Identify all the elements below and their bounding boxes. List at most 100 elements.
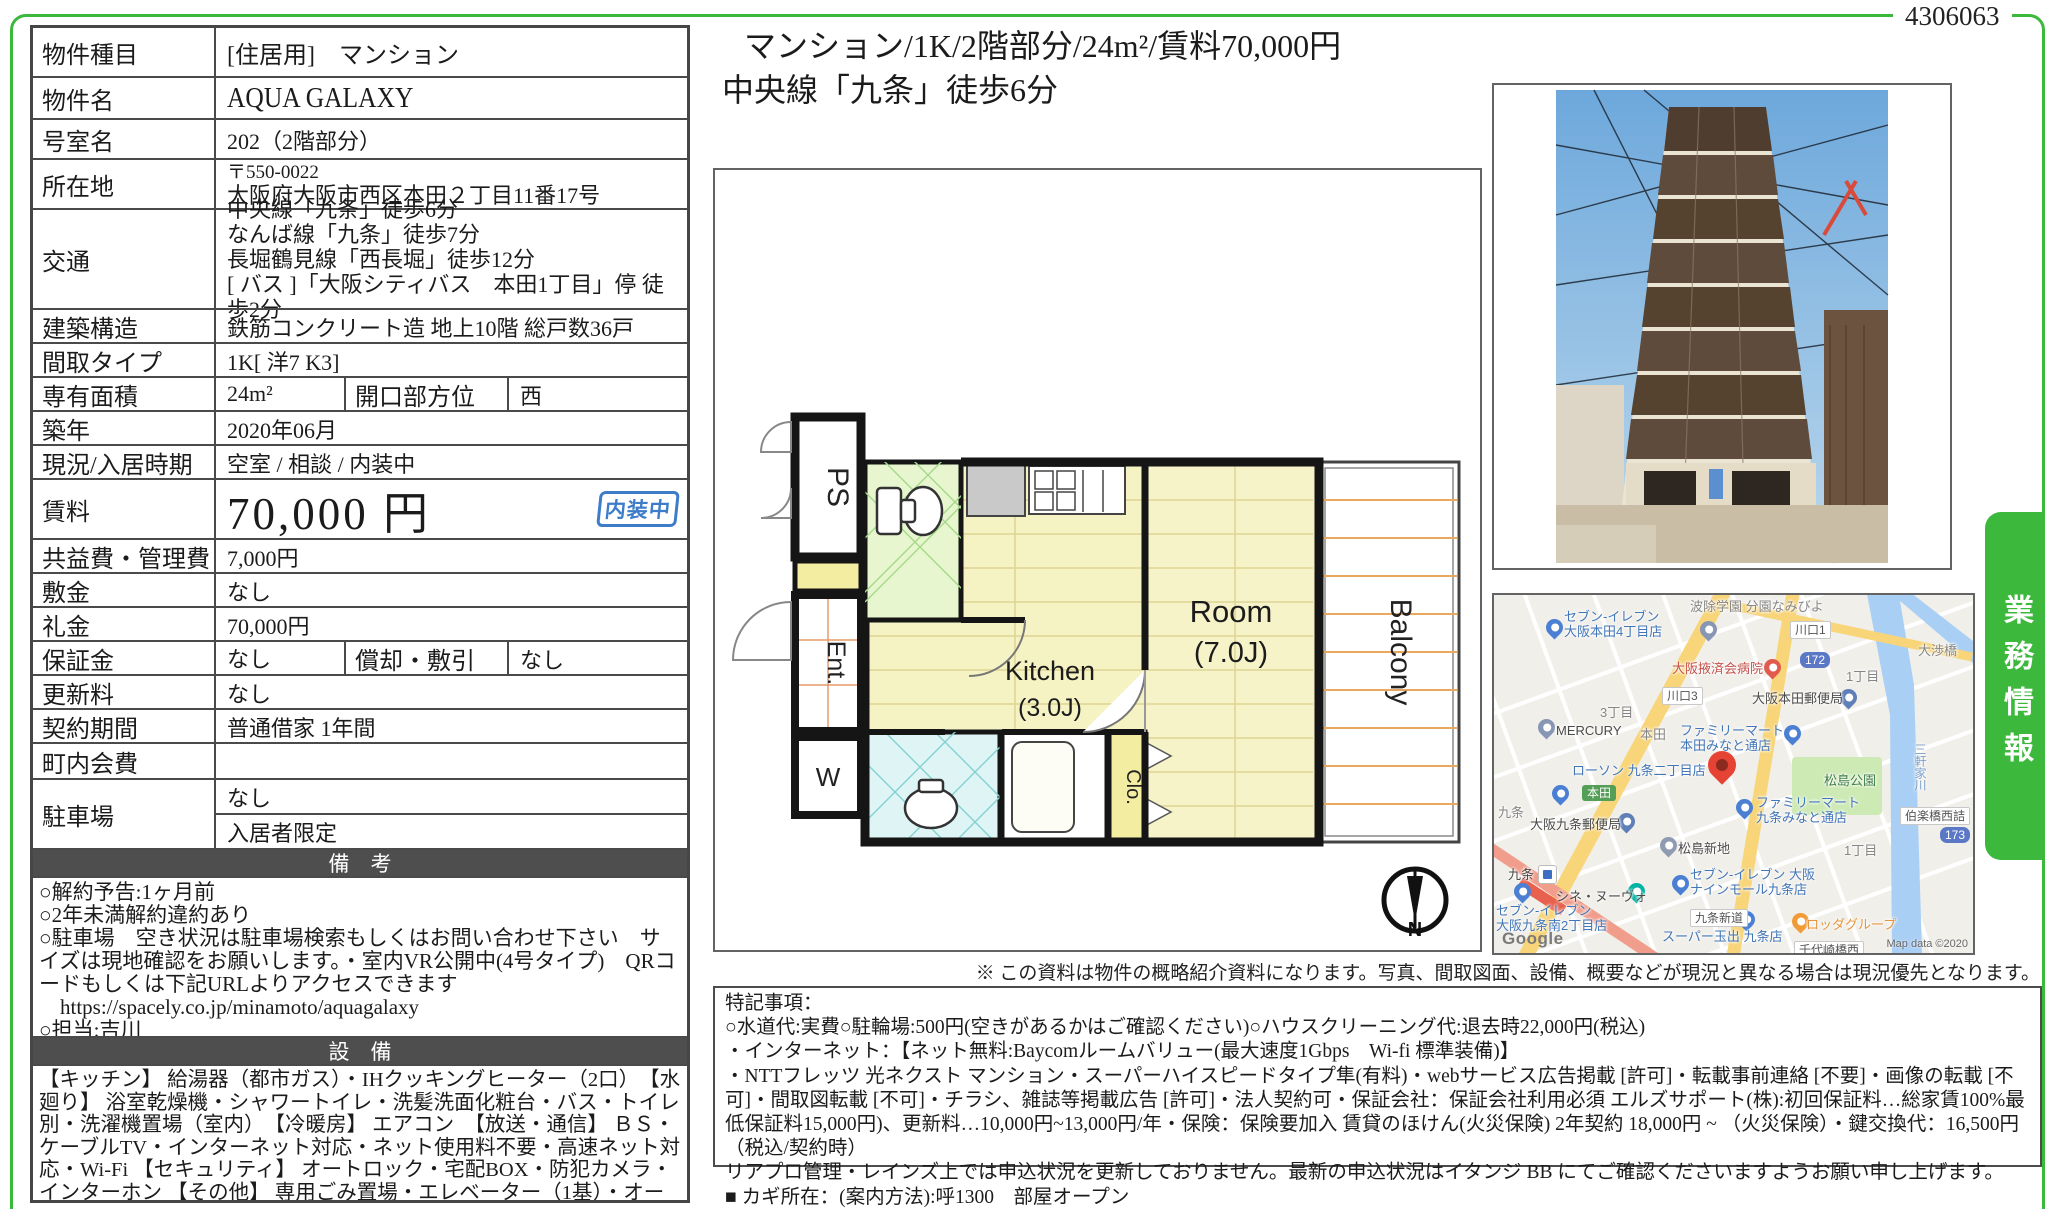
map-label: 大阪掖済会病院 (1672, 661, 1763, 676)
map-label: 1丁目 (1846, 669, 1879, 684)
table-row: 契約期間普通借家 1年間 (33, 708, 687, 742)
renovating-badge: 内装中 (596, 491, 680, 527)
row-value: 1K[ 洋7 K3] (216, 344, 687, 376)
row-label: 交通 (33, 210, 216, 308)
row-label: 礼金 (33, 608, 216, 640)
map-label: 川口3 (1662, 687, 1703, 705)
remarks-line: ○担当:吉川 (39, 1019, 681, 1036)
washer-label: W (816, 762, 841, 792)
note-line: リアプロ管理・レインズ上では申込状況を更新しておりません。最新の申込状況はイタン… (725, 1161, 2030, 1185)
closet-label: Clo. (1122, 769, 1144, 805)
table-row: 建築構造鉄筋コンクリート造 地上10階 総戸数36戸 (33, 308, 687, 342)
row-label: 現況/入居時期 (33, 446, 216, 478)
row-value: 鉄筋コンクリート造 地上10階 総戸数36戸 (216, 310, 687, 342)
map-label: 1丁目 (1844, 843, 1877, 858)
table-row: 号室名202（2階部分） (33, 118, 687, 158)
business-info-tab-label: 業務情報 (1993, 594, 2037, 778)
map-label: スーパー玉出 九条店 (1662, 929, 1782, 944)
headline-line1: マンション/1K/2階部分/24m²/賃料70,000円 (722, 24, 1341, 68)
row-label: 保証金 (33, 642, 216, 674)
row-value: 空室 / 相談 / 内装中 (216, 446, 687, 478)
equipment-header: 設 備 (33, 1036, 687, 1064)
map-label: ファミリーマート 本田みなと通店 (1680, 723, 1784, 753)
map-label: シネ・ヌーヴォ (1556, 889, 1647, 904)
map-label: ローソン 九条二丁目店 (1572, 763, 1706, 778)
svg-text:N: N (1408, 919, 1422, 941)
map-label: 本田 (1640, 727, 1666, 742)
note-line: ・インターネット：【ネット無料:Baycomルームバリュー(最大速度1Gbps … (725, 1040, 2030, 1064)
business-info-tab: 業務情報 (1985, 512, 2045, 860)
map-label: 大阪九条郵便局 (1530, 817, 1621, 832)
note-line: ・NTTフレッツ 光ネクスト マンション・スーパーハイスピードタイプ隼(有料)・… (725, 1065, 2030, 1162)
map-label: 千代崎橋西 (1794, 941, 1864, 955)
table-row: 物件種目[住居用] マンション (33, 28, 687, 76)
map-label: 大渉橋 (1918, 643, 1957, 658)
row-label: 物件名 (33, 78, 216, 118)
table-row: 交通中央線「九条」徒歩6分なんば線「九条」徒歩7分長堀鶴見線「西長堀」徒歩12分… (33, 208, 687, 308)
row-label-2: 償却・敷引 (346, 642, 509, 674)
room-size-label: (7.0J) (1194, 637, 1268, 669)
compass-icon: N (1384, 869, 1446, 941)
row-label: 間取タイプ (33, 344, 216, 376)
map-label: 波除学園 分園なみびよ (1690, 599, 1824, 614)
building-photo (1494, 85, 1950, 568)
google-logo: Google (1502, 929, 1564, 949)
map-label: MERCURY (1556, 723, 1622, 738)
table-row: 築年2020年06月 (33, 410, 687, 444)
row-value: 24m² (216, 378, 346, 410)
row-label-2: 開口部方位 (346, 378, 509, 410)
row-value-2: 西 (509, 378, 687, 410)
listing-headline: マンション/1K/2階部分/24m²/賃料70,000円 中央線「九条」徒歩6分 (722, 24, 1341, 112)
map-label: 伯楽橋西詰 (1900, 807, 1970, 825)
map-label: 九条 (1498, 805, 1524, 820)
balcony-label: Balcony (1384, 599, 1417, 706)
row-label: 敷金 (33, 574, 216, 606)
map-label: 松島新地 (1678, 841, 1730, 856)
row-label: 物件種目 (33, 28, 216, 76)
room-label: Room (1190, 594, 1273, 629)
row-label: 賃料 (33, 480, 216, 538)
map-label: セブン-イレブン 大阪本田4丁目店 (1564, 609, 1662, 639)
map-label: 本田 (1582, 785, 1616, 801)
table-row: 現況/入居時期空室 / 相談 / 内装中 (33, 444, 687, 478)
row-value: 202（2階部分） (216, 120, 687, 158)
note-line: ■ カギ所在：(案内方法):呼1300 部屋オープン (725, 1186, 2030, 1209)
property-spec-table: 物件種目[住居用] マンション物件名AQUA GALAXY号室名202（2階部分… (30, 25, 690, 1203)
row-label: 町内会費 (33, 744, 216, 778)
table-row: 保証金なし償却・敷引なし (33, 640, 687, 674)
row-value: 70,000円 (216, 608, 687, 640)
row-label: 築年 (33, 412, 216, 444)
document-number: 4306063 (1893, 1, 2012, 32)
map-label: 172 (1800, 652, 1830, 668)
disclaimer-text: ※ この資料は物件の概略紹介資料になります。写真、間取図面、設備、概要などが現況… (740, 958, 2040, 985)
row-value: なし (216, 676, 687, 708)
table-row: 共益費・管理費7,000円 (33, 538, 687, 572)
table-row: 礼金70,000円 (33, 606, 687, 640)
map-label: 173 (1940, 827, 1970, 843)
table-row: 賃料70,000 円内装中 (33, 478, 687, 538)
table-row: 駐車場なし入居者限定 (33, 778, 687, 848)
row-value: なし入居者限定 (216, 780, 687, 848)
map-label: 大阪本田郵便局 (1752, 691, 1843, 706)
headline-line2: 中央線「九条」徒歩6分 (722, 68, 1341, 112)
row-value: AQUA GALAXY (216, 78, 687, 118)
floorplan-box: Balcony (713, 168, 1482, 952)
table-row: 専有面積24m²開口部方位西 (33, 376, 687, 410)
map-label: 九条新道 (1690, 909, 1748, 927)
row-value: [住居用] マンション (216, 28, 687, 76)
ps-label: PS (821, 467, 854, 507)
note-line: ○水道代:実費○駐輪場:500円(空きがあるかはご確認ください)○ハウスクリーニ… (725, 1016, 2030, 1040)
special-notes-box: 特記事項：○水道代:実費○駐輪場:500円(空きがあるかはご確認ください)○ハウ… (713, 986, 2042, 1167)
remarks-body: ○解約予告:1ヶ月前○2年未満解約違約あり○駐車場 空き状況は駐車場検索もしくは… (33, 876, 687, 1036)
spec-table-rows: 物件種目[住居用] マンション物件名AQUA GALAXY号室名202（2階部分… (33, 28, 687, 848)
property-flyer-page: 4306063 物件種目[住居用] マンション物件名AQUA GALAXY号室名… (0, 0, 2056, 1209)
map-pin-train-icon (1538, 865, 1557, 884)
remarks-header: 備 考 (33, 848, 687, 876)
row-label: 駐車場 (33, 780, 216, 848)
building-photo-box (1492, 83, 1952, 570)
map-label: 三軒家川 (1912, 743, 1927, 791)
remarks-line: ○解約予告:1ヶ月前 (39, 881, 681, 904)
row-label: 建築構造 (33, 310, 216, 342)
row-label: 号室名 (33, 120, 216, 158)
row-label: 契約期間 (33, 710, 216, 742)
